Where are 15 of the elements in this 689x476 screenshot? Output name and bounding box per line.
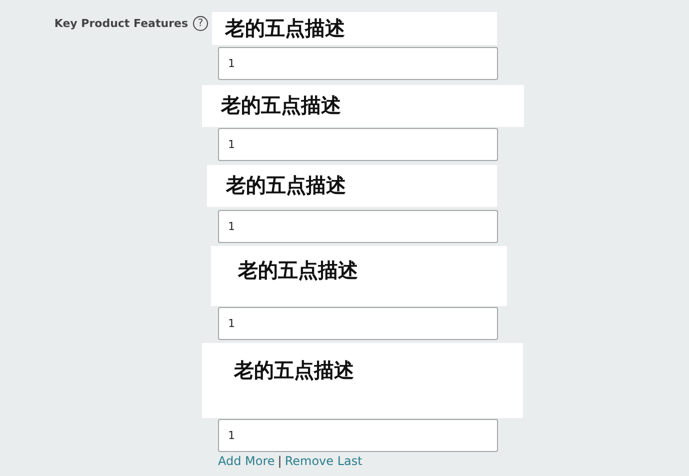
annotation-note: 老的五点描述 bbox=[202, 85, 524, 127]
annotation-note: 老的五点描述 bbox=[212, 12, 497, 45]
feature-input[interactable]: 1 bbox=[218, 47, 498, 80]
add-more-link[interactable]: Add More bbox=[218, 454, 275, 468]
feature-input[interactable]: 1 bbox=[218, 419, 498, 452]
annotation-note: 老的五点描述 bbox=[207, 165, 497, 207]
feature-input[interactable]: 1 bbox=[218, 128, 498, 161]
separator: | bbox=[278, 454, 282, 468]
feature-input[interactable]: 1 bbox=[218, 307, 498, 340]
remove-last-link[interactable]: Remove Last bbox=[284, 454, 362, 468]
field-label: Key Product Features bbox=[54, 16, 188, 32]
help-icon[interactable]: ? bbox=[193, 16, 208, 31]
annotation-note: 老的五点描述 bbox=[202, 343, 523, 418]
annotation-note: 老的五点描述 bbox=[211, 246, 507, 306]
feature-input[interactable]: 1 bbox=[218, 210, 498, 243]
